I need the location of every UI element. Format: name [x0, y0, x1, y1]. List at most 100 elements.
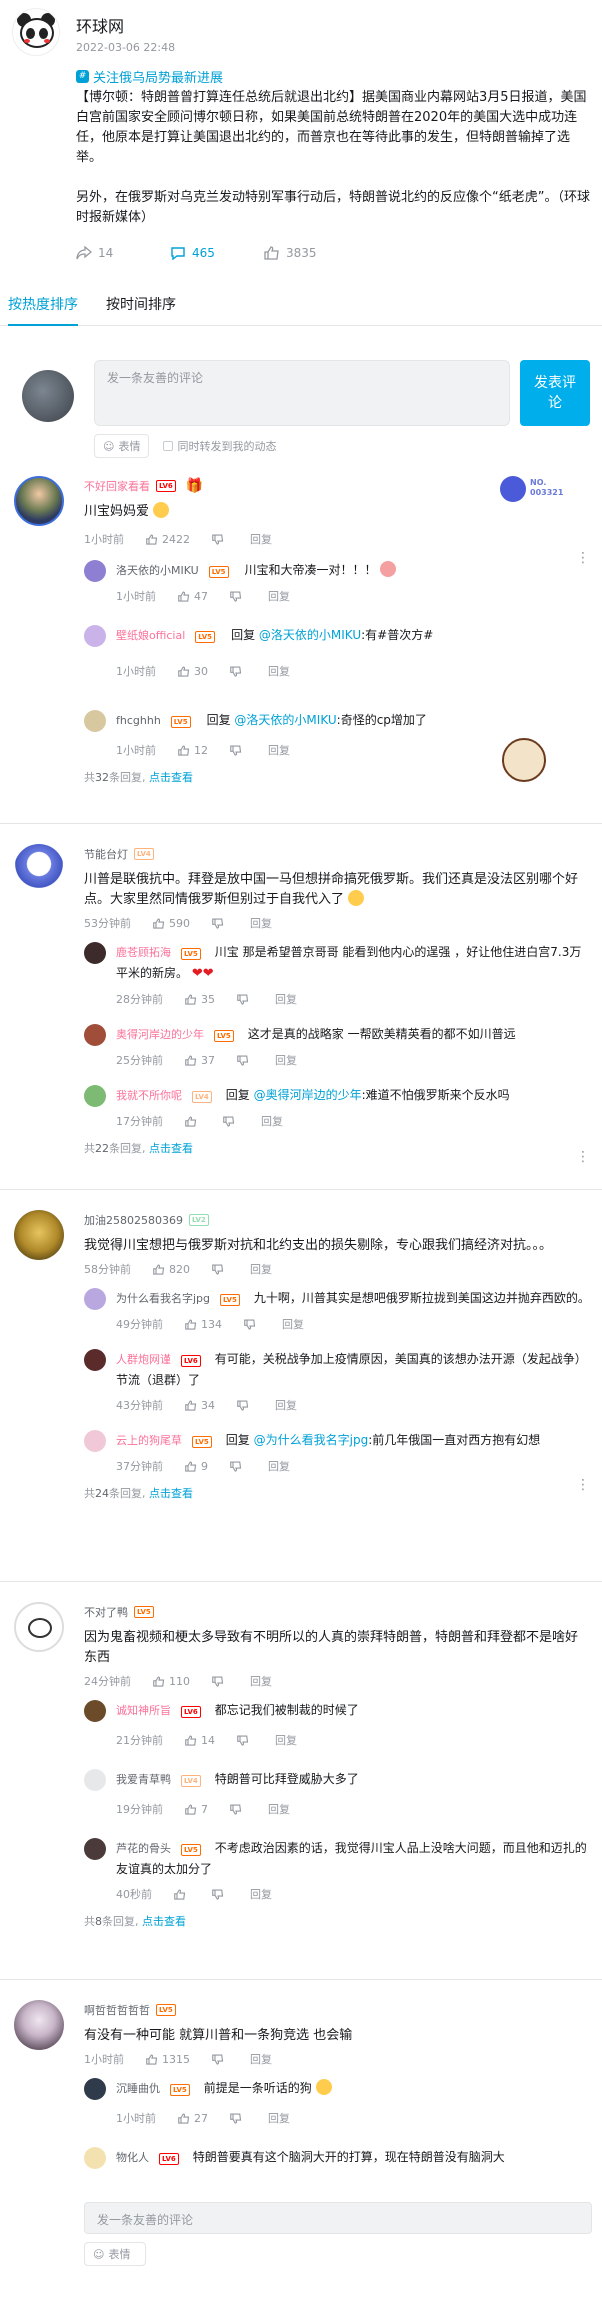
dislike-icon[interactable] [237, 993, 253, 1005]
commenter-name[interactable]: 不对了鸭 [84, 1604, 128, 1620]
dislike-icon[interactable] [237, 1399, 253, 1411]
author-avatar[interactable]: ⚡ [12, 8, 60, 56]
reply-like-button[interactable]: 35 [185, 993, 215, 1006]
commenter-name[interactable]: 节能台灯 [84, 846, 128, 862]
replier-name[interactable]: 鹿苍顾拓海 [116, 946, 171, 959]
reply-like-button[interactable]: 134 [185, 1318, 222, 1331]
comment-like-button[interactable]: 110 [153, 1675, 190, 1688]
reply-button[interactable]: 回复 [250, 531, 272, 547]
send-comment-button[interactable]: 发表评论 [520, 360, 590, 426]
reply-like-button[interactable]: 12 [178, 744, 208, 757]
commenter-avatar[interactable] [14, 2000, 64, 2050]
replier-avatar[interactable] [84, 1024, 106, 1046]
reply-button[interactable]: 回复 [250, 915, 272, 931]
reply-like-button[interactable]: 34 [185, 1399, 215, 1412]
reply-like-button[interactable]: 30 [178, 665, 208, 678]
commenter-name[interactable]: 啊哲哲哲哲哲 [84, 2002, 150, 2018]
replier-name[interactable]: 奥得河岸边的少年 [116, 1028, 204, 1041]
commenter-avatar[interactable] [14, 1602, 64, 1652]
replier-name[interactable]: 人群炮网谨 [116, 1353, 171, 1366]
dislike-icon[interactable] [230, 590, 246, 602]
reply-button[interactable]: 回复 [250, 1886, 272, 1902]
dislike-icon[interactable] [237, 1054, 253, 1066]
replier-avatar[interactable] [84, 710, 106, 732]
commenter-name[interactable]: 加油25802580369 [84, 1212, 183, 1228]
dislike-icon[interactable] [212, 917, 228, 929]
share-button[interactable]: 14 [76, 246, 170, 260]
replier-avatar[interactable] [84, 2147, 106, 2169]
replier-avatar[interactable] [84, 1085, 106, 1107]
replier-name[interactable]: 洛天依的小MIKU [116, 564, 199, 577]
replier-avatar[interactable] [84, 1430, 106, 1452]
dislike-icon[interactable] [230, 2112, 246, 2124]
reply-like-button[interactable]: 27 [178, 2112, 208, 2125]
replier-avatar[interactable] [84, 2078, 106, 2100]
topic-link[interactable]: # 关注俄乌局势最新进展 [76, 66, 590, 86]
mention-link[interactable]: @奥得河岸边的少年 [254, 1088, 362, 1102]
reply-button[interactable]: 回复 [275, 1052, 297, 1068]
like-button[interactable]: 3835 [264, 246, 358, 260]
replier-avatar[interactable] [84, 1349, 106, 1371]
reply-button[interactable]: 回复 [275, 1397, 297, 1413]
replier-avatar[interactable] [84, 1838, 106, 1860]
reply-like-button[interactable]: 47 [178, 590, 208, 603]
mention-link[interactable]: @洛天依的小MIKU [259, 628, 361, 642]
dislike-icon[interactable] [212, 1263, 228, 1275]
dislike-icon[interactable] [230, 1803, 246, 1815]
reply-like-button[interactable] [185, 1115, 201, 1127]
reply-button[interactable]: 回复 [275, 1732, 297, 1748]
dislike-icon[interactable] [230, 744, 246, 756]
dislike-icon[interactable] [244, 1318, 260, 1330]
replier-avatar[interactable] [84, 1288, 106, 1310]
reply-button[interactable]: 回复 [268, 1801, 290, 1817]
author-name[interactable]: 环球网 [76, 13, 175, 37]
dislike-icon[interactable] [237, 1734, 253, 1746]
replier-avatar[interactable] [84, 942, 106, 964]
dislike-icon[interactable] [212, 1675, 228, 1687]
comment-like-button[interactable]: 820 [153, 1263, 190, 1276]
tab-sort-time[interactable]: 按时间排序 [106, 284, 176, 326]
bottom-emoji-button[interactable]: ☺ 表情 [84, 2242, 146, 2266]
more-options-icon[interactable]: ⋮ [576, 551, 590, 565]
reply-like-button[interactable]: 7 [185, 1803, 208, 1816]
mention-link[interactable]: @洛天依的小MIKU [234, 713, 336, 727]
more-options-icon[interactable]: ⋮ [576, 1478, 590, 1492]
replier-avatar[interactable] [84, 1769, 106, 1791]
bottom-comment-input[interactable]: 发一条友善的评论 [84, 2202, 592, 2234]
commenter-name[interactable]: 不好回家看看 [84, 478, 150, 494]
dislike-icon[interactable] [230, 665, 246, 677]
comment-like-button[interactable]: 2422 [146, 533, 190, 546]
replier-name[interactable]: 芦花的骨头 [116, 1842, 171, 1855]
reply-like-button[interactable]: 9 [185, 1460, 208, 1473]
reply-button[interactable]: 回复 [282, 1316, 304, 1332]
reply-button[interactable]: 回复 [250, 2051, 272, 2067]
replier-name[interactable]: 云上的狗尾草 [116, 1434, 182, 1447]
reply-like-button[interactable]: 37 [185, 1054, 215, 1067]
reply-button[interactable]: 回复 [250, 1261, 272, 1277]
replier-avatar[interactable] [84, 560, 106, 582]
dislike-icon[interactable] [223, 1115, 239, 1127]
repost-checkbox[interactable] [163, 441, 174, 451]
replier-name[interactable]: fhcghhh [116, 714, 161, 727]
replier-avatar[interactable] [84, 1700, 106, 1722]
commenter-avatar[interactable] [14, 1210, 64, 1260]
dislike-icon[interactable] [230, 1460, 246, 1472]
reply-button[interactable]: 回复 [261, 1113, 283, 1129]
dislike-icon[interactable] [212, 533, 228, 545]
replier-name[interactable]: 诚知神所旨 [116, 1704, 171, 1717]
more-options-icon[interactable]: ⋮ [576, 1150, 590, 1164]
reply-button[interactable]: 回复 [268, 2110, 290, 2126]
replier-name[interactable]: 我就不所你呢 [116, 1089, 182, 1102]
view-more-link[interactable]: 点击查看 [149, 771, 193, 784]
reply-button[interactable]: 回复 [268, 1458, 290, 1474]
replier-name[interactable]: 我爱青草鸭 [116, 1773, 171, 1786]
reply-like-button[interactable] [174, 1888, 190, 1900]
view-more-link[interactable]: 点击查看 [149, 1142, 193, 1155]
dislike-icon[interactable] [212, 1888, 228, 1900]
view-more-link[interactable]: 点击查看 [142, 1915, 186, 1928]
replier-name[interactable]: 物化人 [116, 2151, 149, 2164]
replier-name[interactable]: 为什么看我名字jpg [116, 1292, 210, 1305]
emoji-button[interactable]: ☺ 表情 [94, 434, 150, 458]
commenter-avatar[interactable] [14, 844, 64, 894]
commenter-avatar[interactable] [14, 476, 64, 526]
